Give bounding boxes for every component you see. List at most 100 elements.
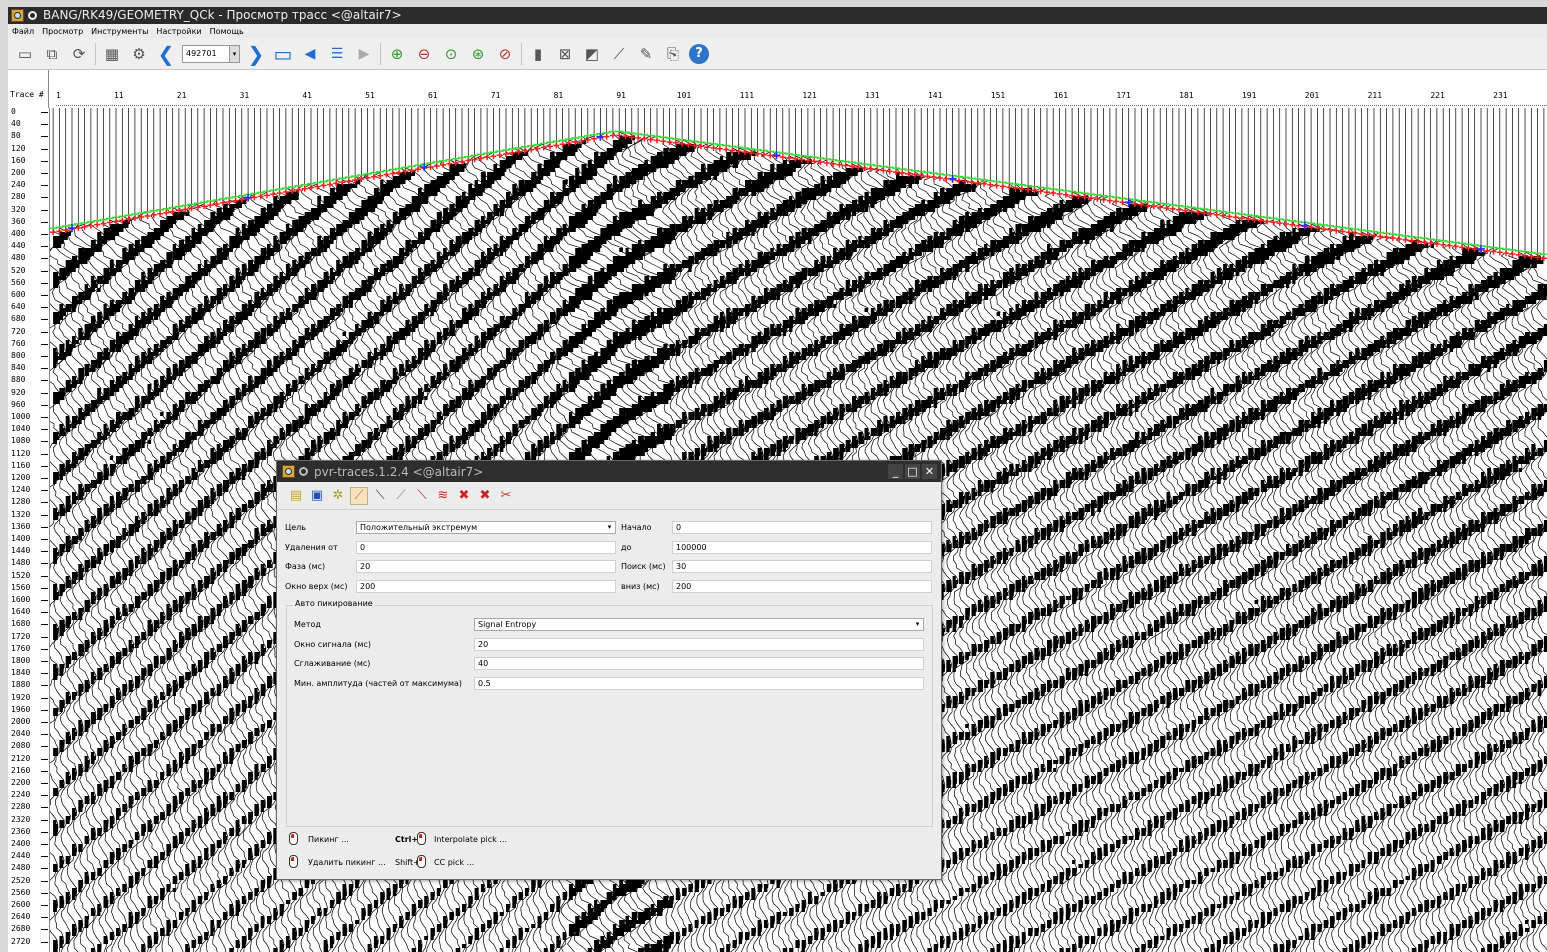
maximize-icon[interactable]: □ [905,464,920,479]
list-icon[interactable]: ☰ [326,43,348,65]
gather-icon[interactable]: ▦ [101,43,123,65]
window-menu-icon[interactable] [299,467,308,476]
trace-tick-label: 41 [302,91,313,100]
time-tick-label: 1840 [11,668,49,678]
red-pick-marker [465,157,472,164]
time-tick-label: 1400 [11,534,49,543]
save-as-icon[interactable]: ▣ [308,487,326,505]
red-pick-marker [817,159,824,166]
phase-field[interactable]: 20 [356,560,616,573]
time-tick-label: 1040 [11,424,49,434]
red-pick-marker [490,153,497,160]
red-pick-marker [528,146,535,153]
red-pick-marker [1106,197,1113,204]
pick-icon[interactable]: ⟋ [608,43,630,65]
window-bottom-field[interactable]: 200 [672,580,932,593]
delete-pick-icon[interactable]: ✖ [455,487,473,505]
trace-tick-label: 71 [490,91,501,100]
window-top-field[interactable]: 200 [356,580,616,593]
red-pick-marker [1509,251,1516,258]
zoom-in-icon[interactable]: ⊕ [386,43,408,65]
chevron-down-icon[interactable]: ▾ [605,523,614,532]
time-tick-label: 2080 [11,741,49,751]
auto-pick-icon[interactable]: ✲ [329,487,347,505]
forward-icon[interactable]: ▶ [353,43,375,65]
menu-settings[interactable]: Настройки [152,27,205,36]
red-pick-marker [1383,234,1390,241]
minimize-icon[interactable]: _ [888,464,903,479]
pick-range-icon[interactable]: ≋ [434,487,452,505]
seismic-trace-fill [1323,248,1334,928]
chevron-down-icon[interactable]: ▾ [913,620,922,629]
offset-from-field[interactable]: 0 [356,541,616,554]
start-field[interactable]: 0 [672,521,932,534]
trace-number-input[interactable]: 492701 ▾ [182,44,240,63]
menu-view[interactable]: Просмотр [38,27,87,36]
copy-icon[interactable]: ⧉ [41,43,63,65]
time-tick-label: 2320 [11,814,49,824]
spectrum-icon[interactable]: ⊠ [554,43,576,65]
menu-file[interactable]: Файл [8,27,38,36]
red-pick-marker [987,181,994,188]
zoom-y-icon[interactable]: ⊘ [494,43,516,65]
time-tick-label: 1320 [11,509,49,519]
interpolate-hint: Interpolate pick ... [434,835,507,844]
red-pick-marker [779,154,786,161]
time-tick-label: 1560 [11,582,49,592]
next-icon[interactable]: ❯ [245,42,267,66]
refresh-icon[interactable]: ⟳ [68,43,90,65]
tools-icon[interactable]: ✂ [497,487,515,505]
menu-tools[interactable]: Инструменты [87,27,152,36]
red-pick-marker [320,182,327,189]
toolbar-separator [95,42,96,65]
red-pick-marker [830,160,837,167]
trace-tick-label: 111 [739,91,755,100]
time-tick-label: 1240 [11,485,49,495]
offset-to-field[interactable]: 100000 [672,541,932,554]
time-tick-label: 1440 [11,546,49,556]
window-menu-icon[interactable] [28,11,37,20]
target-select[interactable]: Положительный экстремум ▾ [356,521,616,534]
red-pick-marker [1452,243,1459,250]
zoom-x-icon[interactable]: ⊛ [467,43,489,65]
menu-help[interactable]: Помощь [206,27,248,36]
pick-slope-icon[interactable]: ⟍ [413,487,431,505]
pick-line-icon[interactable]: ⟍ [371,487,389,505]
pick-mode-icon[interactable]: ⟋ [350,486,368,505]
zoom-out-icon[interactable]: ⊖ [413,43,435,65]
chevron-down-icon[interactable]: ▾ [229,45,239,62]
open-icon[interactable]: ▭ [14,43,36,65]
edit-pick-icon[interactable]: ✎ [635,43,657,65]
trace-number-value: 492701 [186,49,217,58]
method-select[interactable]: Signal Entropy ▾ [474,618,924,631]
time-tick-label: 1600 [11,595,49,604]
red-pick-marker [842,162,849,169]
settings-icon[interactable]: ⚙ [128,43,150,65]
delete-all-icon[interactable]: ✖ [476,487,494,505]
time-tick-label: 1640 [11,607,49,617]
search-field[interactable]: 30 [672,560,932,573]
red-pick-marker [1377,233,1384,240]
save-icon[interactable]: ▤ [287,487,305,505]
amplitude-icon[interactable]: ▮ [527,43,549,65]
red-pick-marker [477,155,484,162]
back-icon[interactable]: ◀ [299,43,321,65]
red-pick-marker [50,229,57,236]
picking-dialog: pvr-traces.1.2.4 <@altair7> _ □ ✕ ▤ ▣ ✲ … [276,460,942,880]
export-icon[interactable]: ⎘ [662,43,684,65]
trace-header: Trace # 1 11 21 31 41 51 61 71 81 91 101 111 121 131 1… [8,70,1547,108]
prev-icon[interactable]: ❮ [155,42,177,66]
trace-tick-label: 171 [1116,91,1131,100]
pick-single-icon[interactable]: ⟋ [392,487,410,505]
min-amplitude-field[interactable]: 0.5 [474,677,924,690]
time-tick-label: 2360 [11,826,49,836]
pick-hint: Пикинг ... [308,835,349,844]
display-icon[interactable]: ◩ [581,43,603,65]
window-bottom-label: вниз (мс) [621,582,660,591]
zoom-fit-icon[interactable]: ⊙ [440,43,462,65]
help-icon[interactable]: ? [689,43,709,64]
signal-window-field[interactable]: 20 [474,638,924,651]
close-icon[interactable]: ✕ [922,464,937,479]
smoothing-field[interactable]: 40 [474,657,924,670]
window-icon[interactable]: ▭ [272,42,294,66]
